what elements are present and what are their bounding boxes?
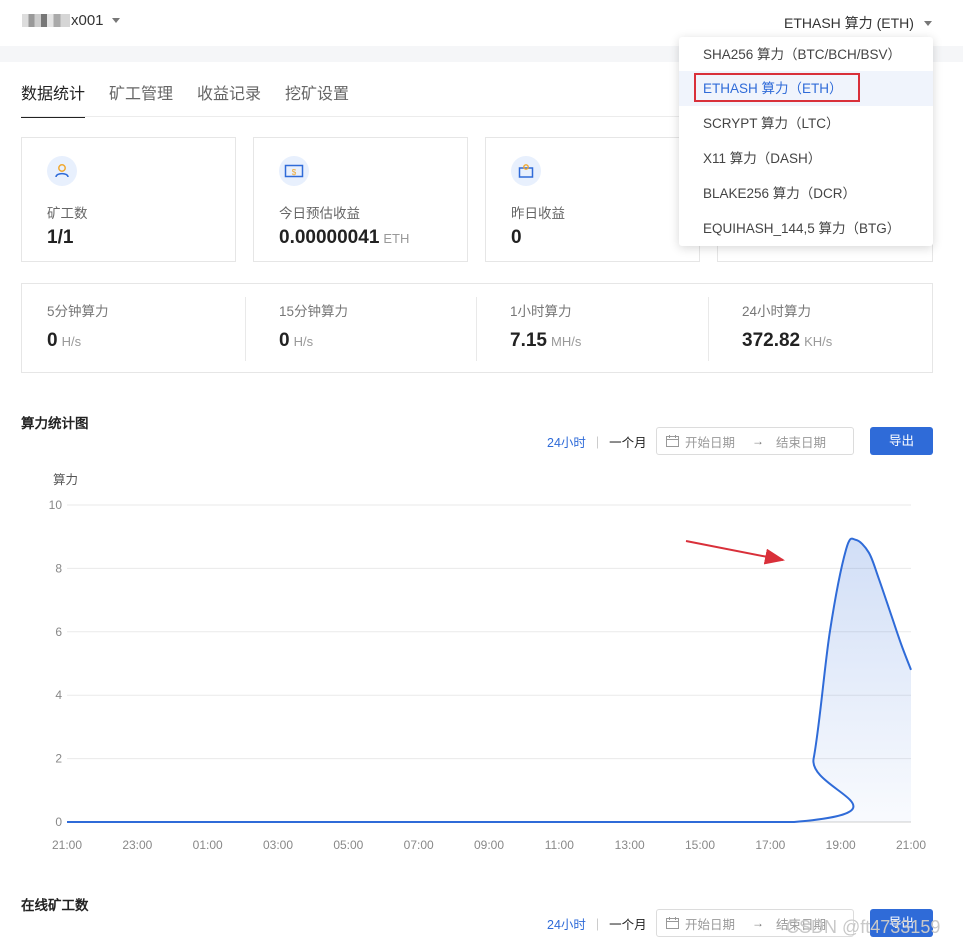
y-tick-label: 8 (55, 561, 62, 575)
x-tick-label: 15:00 (685, 838, 715, 852)
x-tick-label: 21:00 (52, 838, 82, 852)
dropdown-item-equihash[interactable]: EQUIHASH_144,5 算力（BTG） (679, 211, 933, 246)
x-tick-label: 05:00 (333, 838, 363, 852)
annotation-highlight-box (694, 73, 860, 102)
dropdown-item-scrypt[interactable]: SCRYPT 算力（LTC） (679, 106, 933, 141)
range-month-button[interactable]: 一个月 (609, 914, 647, 933)
start-date-input[interactable]: 开始日期 (685, 914, 735, 933)
x-tick-label: 21:00 (896, 838, 926, 852)
series-area (67, 538, 911, 822)
x-tick-label: 11:00 (545, 838, 574, 852)
y-tick-label: 10 (49, 498, 63, 512)
online-range-toggle: 24小时 | 一个月 (547, 914, 647, 933)
range-separator: | (595, 916, 600, 931)
x-tick-label: 09:00 (474, 838, 504, 852)
dropdown-item-sha256[interactable]: SHA256 算力（BTC/BCH/BSV） (679, 37, 933, 72)
x-tick-label: 13:00 (615, 838, 645, 852)
series-line (66, 537, 912, 824)
algorithm-dropdown-menu: SHA256 算力（BTC/BCH/BSV） ETHASH 算力（ETH） SC… (679, 37, 933, 246)
y-tick-label: 6 (55, 625, 62, 639)
range-24h-button[interactable]: 24小时 (547, 914, 586, 933)
watermark-text: CSDN @ft4733159 (786, 917, 941, 937)
x-tick-label: 01:00 (193, 838, 223, 852)
online-section-title: 在线矿工数 (21, 898, 89, 913)
x-tick-label: 19:00 (826, 838, 856, 852)
arrow-right-icon: → (752, 916, 765, 930)
x-tick-label: 07:00 (404, 838, 434, 852)
x-tick-label: 17:00 (755, 838, 785, 852)
y-tick-label: 0 (55, 815, 62, 829)
dropdown-item-x11[interactable]: X11 算力（DASH） (679, 141, 933, 176)
x-tick-label: 23:00 (122, 838, 152, 852)
dropdown-item-blake256[interactable]: BLAKE256 算力（DCR） (679, 176, 933, 211)
y-tick-label: 4 (55, 688, 62, 702)
y-tick-label: 2 (55, 752, 62, 766)
annotation-arrow (685, 540, 785, 565)
x-tick-label: 03:00 (263, 838, 293, 852)
calendar-icon (666, 917, 679, 929)
